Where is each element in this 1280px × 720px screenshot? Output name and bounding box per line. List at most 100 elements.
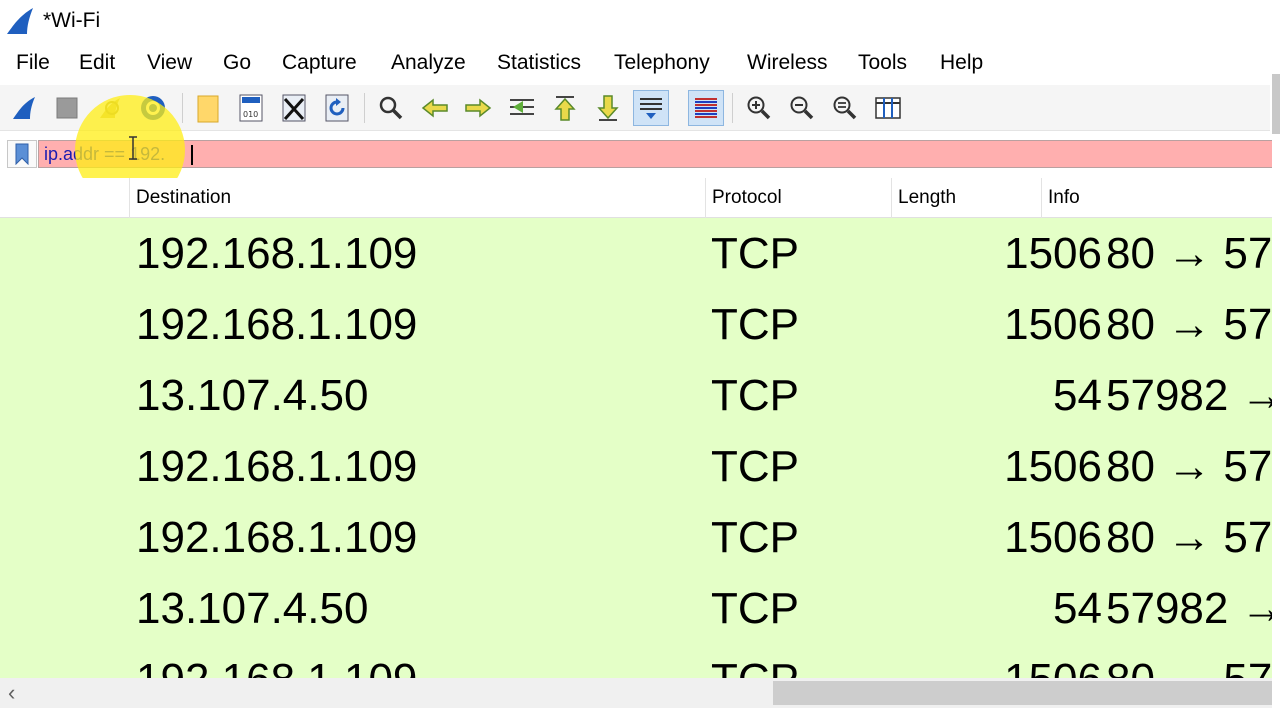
packet-row[interactable]: 192.168.1.109 TCP 1506 80 → 5798: [0, 502, 1274, 573]
menu-file[interactable]: File: [14, 51, 52, 75]
zoom-out-button[interactable]: [784, 90, 820, 126]
cell-protocol: TCP: [711, 300, 799, 349]
resize-columns-button[interactable]: [870, 90, 906, 126]
colorize-icon: [695, 98, 717, 118]
column-header-info[interactable]: Info: [1041, 178, 1274, 218]
menu-help[interactable]: Help: [938, 51, 985, 75]
last-packet-icon: [597, 95, 619, 121]
go-forward-icon: [465, 98, 492, 118]
zoom-in-button[interactable]: [741, 90, 777, 126]
text-caret: [191, 145, 193, 165]
packet-row[interactable]: 192.168.1.109 TCP 1506 80 → 5798: [0, 289, 1274, 360]
colorize-button[interactable]: [688, 90, 724, 126]
packet-row[interactable]: 192.168.1.109 TCP 1506 80 → 5798: [0, 431, 1274, 502]
capture-options-button[interactable]: [135, 90, 171, 126]
filter-bookmark-button[interactable]: [7, 140, 37, 168]
packet-row[interactable]: 13.107.4.50 TCP 54 57982 → 8: [0, 573, 1274, 644]
menu-capture[interactable]: Capture: [280, 51, 359, 75]
scrollbar-thumb[interactable]: [773, 681, 1274, 705]
horizontal-scrollbar[interactable]: ‹: [0, 678, 1274, 708]
normal-size-button[interactable]: [827, 90, 863, 126]
menu-statistics[interactable]: Statistics: [495, 51, 583, 75]
packet-list: Destination Protocol Length Info 192.168…: [0, 178, 1274, 678]
last-packet-button[interactable]: [590, 90, 626, 126]
vertical-scrollbar-thumb[interactable]: [1272, 74, 1280, 134]
packet-rows: 192.168.1.109 TCP 1506 80 → 5798 192.168…: [0, 218, 1274, 678]
menu-bar: File Edit View Go Capture Analyze Statis…: [0, 44, 1270, 84]
save-file-icon: 010: [239, 94, 263, 122]
cell-info: 57982 → 8: [1106, 371, 1274, 420]
packet-list-header: Destination Protocol Length Info: [0, 178, 1274, 218]
column-header-protocol[interactable]: Protocol: [705, 178, 891, 218]
svg-text:010: 010: [243, 110, 258, 119]
cell-length: 1506: [890, 644, 1102, 678]
cell-info: 80 → 5798: [1106, 513, 1274, 562]
display-filter-input[interactable]: [38, 140, 1274, 168]
open-file-icon: [197, 95, 219, 123]
cell-length: 54: [1053, 371, 1102, 420]
cell-protocol: TCP: [711, 644, 799, 678]
zoom-in-icon: [747, 96, 771, 120]
close-file-button[interactable]: [276, 90, 312, 126]
find-packet-button[interactable]: [373, 90, 409, 126]
cell-protocol: TCP: [711, 371, 799, 420]
find-packet-icon: [379, 96, 403, 120]
go-back-button[interactable]: [417, 90, 453, 126]
cell-destination: 192.168.1.109: [136, 442, 418, 491]
go-back-icon: [421, 98, 448, 118]
menu-tools[interactable]: Tools: [856, 51, 909, 75]
cell-destination: 192.168.1.109: [136, 300, 418, 349]
cell-length: 1506: [1004, 442, 1102, 491]
column-header-destination[interactable]: Destination: [129, 178, 705, 218]
stop-capture-button[interactable]: [49, 90, 85, 126]
cell-length: 54: [1053, 584, 1102, 633]
menu-edit[interactable]: Edit: [77, 51, 117, 75]
open-file-button[interactable]: [190, 90, 226, 126]
menu-telephony[interactable]: Telephony: [612, 51, 712, 75]
cell-info: 80 → 5798: [1106, 229, 1274, 278]
title-bar: *Wi-Fi: [0, 0, 1280, 44]
first-packet-button[interactable]: [547, 90, 583, 126]
packet-row[interactable]: 192.168.1.109 TCP 1506 80 → 5798: [0, 218, 1274, 289]
stop-capture-icon: [56, 97, 78, 119]
menu-view[interactable]: View: [145, 51, 194, 75]
restart-capture-button[interactable]: [92, 90, 128, 126]
auto-scroll-icon: [640, 98, 662, 119]
window-title: *Wi-Fi: [43, 9, 101, 32]
cell-info: 80 → 5798: [1106, 442, 1274, 491]
packet-row[interactable]: 13.107.4.50 TCP 54 57982 → 8: [0, 360, 1274, 431]
cell-info: 80 → 5798: [1106, 300, 1274, 349]
cell-length: 1506: [1004, 229, 1102, 278]
resize-columns-icon: [875, 97, 901, 119]
auto-scroll-button[interactable]: [633, 90, 669, 126]
menu-go[interactable]: Go: [221, 51, 253, 75]
menu-wireless[interactable]: Wireless: [745, 51, 830, 75]
column-header-length[interactable]: Length: [891, 178, 1041, 218]
cell-info: 80 → 5798: [1106, 644, 1274, 678]
reload-file-button[interactable]: [319, 90, 355, 126]
scroll-left-icon[interactable]: ‹: [8, 680, 15, 706]
go-forward-button[interactable]: [460, 90, 496, 126]
display-filter-bar: [0, 136, 1274, 174]
save-file-button[interactable]: 010: [233, 90, 269, 126]
wireshark-fin-icon: [7, 8, 33, 34]
go-to-packet-button[interactable]: [504, 90, 540, 126]
go-to-packet-icon: [510, 99, 534, 115]
restart-capture-icon: [100, 98, 120, 118]
menu-analyze[interactable]: Analyze: [389, 51, 468, 75]
capture-options-icon: [141, 96, 165, 120]
cell-destination: 192.168.1.109: [136, 513, 418, 562]
cell-protocol: TCP: [711, 229, 799, 278]
main-toolbar: 010: [0, 85, 1270, 131]
cell-destination: 13.107.4.50: [136, 584, 369, 633]
cell-info: 57982 → 8: [1106, 584, 1274, 633]
cell-length: 1506: [1004, 513, 1102, 562]
status-area: [0, 708, 1280, 720]
close-file-icon: [282, 94, 306, 122]
vertical-scrollbar[interactable]: [1272, 44, 1280, 720]
first-packet-icon: [554, 96, 576, 121]
cell-protocol: TCP: [711, 442, 799, 491]
start-capture-button[interactable]: [6, 90, 42, 126]
packet-row[interactable]: 192.168.1.109 TCP 1506 80 → 5798: [0, 644, 1274, 678]
cell-destination: 192.168.1.109: [136, 644, 417, 678]
